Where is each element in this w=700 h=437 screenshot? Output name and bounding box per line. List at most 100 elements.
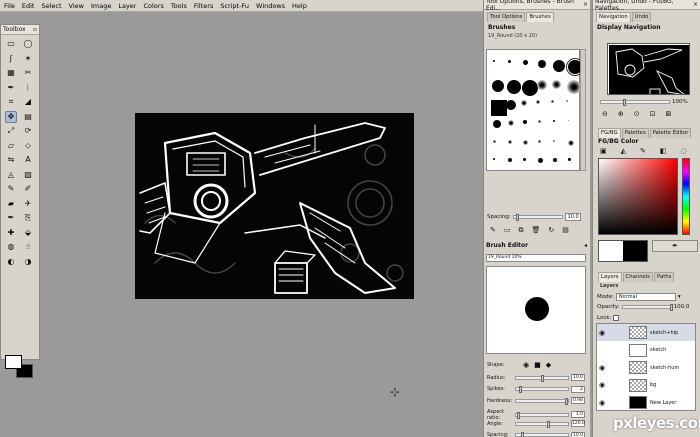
menu-filters[interactable]: Filters [194,2,213,10]
airbrush-tool-icon[interactable]: ✈ [22,198,34,210]
zoom-in-icon[interactable]: ⊕ [618,110,624,118]
scissors-tool-icon[interactable]: ✂ [22,67,34,79]
ink-tool-icon[interactable]: ✒ [5,212,17,224]
chevron-down-icon[interactable]: ▾ [678,294,681,300]
rect-select-tool-icon[interactable]: ▭ [5,38,17,50]
eye-icon[interactable]: ◉ [597,381,607,389]
menu-colors[interactable]: Colors [143,2,163,10]
nav-zoom-slider-knob[interactable] [623,99,626,106]
layer-row[interactable]: ◉ sketch+hip [597,324,695,341]
square-shape-icon[interactable]: ■ [534,361,541,369]
brush-swatch[interactable] [553,158,557,162]
brush-swatch[interactable] [522,80,538,96]
brush-swatch[interactable] [523,140,528,145]
tab-brushes[interactable]: Brushes [526,12,554,22]
menu-script-fu[interactable]: Script-Fu [220,2,249,10]
brush-swatch[interactable] [523,120,527,124]
tab-navigation[interactable]: Navigation [596,12,631,22]
edit-brush-icon[interactable]: ✎ [490,226,496,235]
paintbrush-tool-icon[interactable]: ✐ [22,183,34,195]
brush-param-slider-knob[interactable] [540,374,544,382]
brush-swatch[interactable] [566,100,568,102]
brush-swatch[interactable] [538,140,541,143]
brush-swatch[interactable] [493,60,495,62]
select-by-color-tool-icon[interactable]: ▦ [5,67,17,79]
brush-param-slider[interactable] [515,386,569,393]
brush-swatch[interactable] [552,80,561,89]
perspective-clone-tool-icon[interactable]: ⬙ [22,227,34,239]
brush-swatch[interactable] [536,100,540,104]
watercolor-icon[interactable]: ✎ [640,147,646,155]
tab-tool-options[interactable]: Tool Options [487,12,526,22]
fg-bg-color-preview[interactable] [598,240,648,262]
brush-param-spinbox[interactable]: 2 [571,385,585,393]
navigation-viewport-box[interactable] [608,44,689,94]
fg-bg-color-swatches[interactable] [5,355,35,381]
menu-view[interactable]: View [69,2,84,10]
panel-close-icon[interactable]: ▫ [33,26,37,33]
brush-grid[interactable] [486,49,584,171]
brush-swatch[interactable] [553,60,565,72]
brush-swatch[interactable] [493,158,495,160]
brush-swatch[interactable] [508,158,512,162]
tab-undo[interactable]: Undo [631,12,652,22]
brush-swatch[interactable] [493,140,496,143]
brush-param-slider-knob[interactable] [565,397,569,405]
perspective-tool-icon[interactable]: ⬦ [22,140,34,152]
brush-swatch[interactable] [568,140,574,146]
brush-swatch[interactable] [568,158,571,161]
layer-opacity-slider[interactable] [621,304,673,311]
zoom-1-1-icon[interactable]: ⊙ [634,110,640,118]
nav-zoom-slider[interactable] [600,99,670,106]
brush-swatch[interactable] [553,140,555,142]
brush-swatch[interactable] [507,80,521,94]
circle-shape-icon[interactable]: ◉ [523,361,529,369]
brush-param-slider[interactable] [515,411,569,419]
color-picker-tool-icon[interactable]: ᚿ [22,82,34,94]
duplicate-brush-icon[interactable]: ⧉ [519,226,524,235]
bucket-fill-tool-icon[interactable]: ◬ [5,169,17,181]
brush-param-slider-knob[interactable] [518,386,522,393]
image-canvas[interactable] [135,113,414,299]
cmyk-icon[interactable]: ◧ [660,147,667,155]
brush-swatch[interactable] [538,120,541,123]
brush-param-spinbox[interactable]: 10.0 [571,374,585,381]
menu-layer[interactable]: Layer [118,2,136,10]
shear-tool-icon[interactable]: ▱ [5,140,17,152]
heal-tool-icon[interactable]: ✚ [5,227,17,239]
layer-row[interactable]: ◉ New Layer [597,394,695,411]
brush-swatch[interactable] [521,100,527,106]
brush-swatch[interactable] [523,60,528,65]
smudge-tool-icon[interactable]: ☝ [22,241,34,253]
pencil-tool-icon[interactable]: ✎ [5,183,17,195]
blend-tool-icon[interactable]: ▨ [22,169,34,181]
triangle-selector-icon[interactable]: ◭ [621,147,626,155]
move-tool-icon[interactable]: ✥ [5,110,17,123]
brush-param-spinbox[interactable]: 120.0 [571,420,585,427]
brush-swatch[interactable] [506,100,516,110]
layer-opacity-value[interactable]: 100.0 [674,304,690,310]
dodge-tool-icon[interactable]: ◐ [5,256,17,268]
brush-swatch[interactable] [491,100,507,116]
diamond-shape-icon[interactable]: ◆ [546,361,551,369]
navigation-preview[interactable] [607,43,690,95]
ellipse-select-tool-icon[interactable]: ◯ [22,38,34,50]
paths-tool-icon[interactable]: ✒ [5,82,17,94]
layer-row[interactable]: sketch [597,342,695,359]
scales-icon[interactable]: ▣ [600,147,607,155]
tab-paths[interactable]: Paths [654,272,675,282]
layer-row[interactable]: ◉ bg [597,377,695,394]
zoom-out-icon[interactable]: ⊖ [602,110,608,118]
free-select-tool-icon[interactable]: ʃ [5,53,17,65]
eye-icon[interactable]: ◉ [597,364,607,372]
menu-edit[interactable]: Edit [22,2,35,10]
fuzzy-select-tool-icon[interactable]: ✶ [22,53,34,65]
align-tool-icon[interactable]: ▤ [22,111,34,123]
dock-close-icon[interactable]: × [583,1,588,8]
eraser-tool-icon[interactable]: ▰ [5,198,17,210]
measure-tool-icon[interactable]: ◢ [22,96,34,108]
brush-grid-scrollbar[interactable] [580,49,586,171]
menu-windows[interactable]: Windows [256,2,285,10]
brush-param-slider-knob[interactable] [517,411,521,419]
brush-swatch[interactable] [508,60,511,63]
